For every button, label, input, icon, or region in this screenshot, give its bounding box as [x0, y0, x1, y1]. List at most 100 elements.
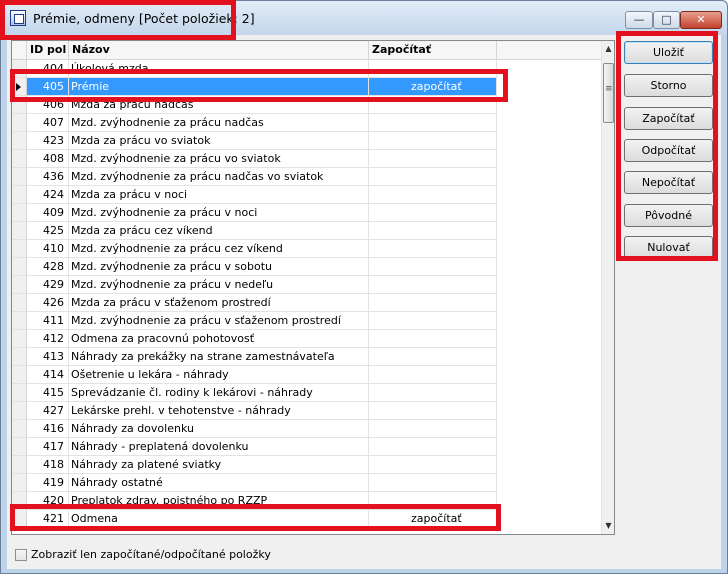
cell-include[interactable]	[369, 222, 497, 240]
filter-checkbox-label[interactable]: Zobraziť len započítané/odpočítané polož…	[31, 548, 271, 561]
cell-id[interactable]: 409	[27, 204, 69, 222]
row-selector[interactable]	[12, 96, 27, 114]
cell-include[interactable]	[369, 168, 497, 186]
table-row[interactable]: 429 Mzd. zvýhodnenie za prácu v nedeľu	[12, 276, 497, 294]
row-selector[interactable]	[12, 420, 27, 438]
cell-id[interactable]: 436	[27, 168, 69, 186]
table-row[interactable]: 413 Náhrady za prekážky na strane zamestn…	[12, 348, 497, 366]
row-selector[interactable]	[12, 222, 27, 240]
cell-include[interactable]	[369, 114, 497, 132]
scroll-up-icon[interactable]: ▲	[602, 41, 614, 57]
cell-name[interactable]: Preplatok zdrav. poistného po RZZP	[69, 492, 369, 510]
cell-id[interactable]: 417	[27, 438, 69, 456]
table-row[interactable]: 414 Ošetrenie u lekára - náhrady	[12, 366, 497, 384]
row-selector[interactable]	[12, 366, 27, 384]
cell-name[interactable]: Mzda za prácu nadčas	[69, 96, 369, 114]
table-row[interactable]: 428 Mzd. zvýhodnenie za prácu v sobotu	[12, 258, 497, 276]
cancel-button[interactable]: Storno	[624, 74, 713, 97]
cell-include[interactable]	[369, 294, 497, 312]
cell-include[interactable]	[369, 240, 497, 258]
cell-include[interactable]	[369, 186, 497, 204]
cell-name[interactable]: Úkolová mzda	[69, 60, 369, 78]
cell-id[interactable]: 420	[27, 492, 69, 510]
table-row[interactable]: 419 Náhrady ostatné	[12, 474, 497, 492]
row-selector[interactable]	[12, 294, 27, 312]
cell-include[interactable]	[369, 150, 497, 168]
table-row[interactable]: 436 Mzd. zvýhodnenie za prácu nadčas vo s…	[12, 168, 497, 186]
row-selector[interactable]	[12, 150, 27, 168]
table-row[interactable]: 418 Náhrady za platené sviatky	[12, 456, 497, 474]
cell-id[interactable]: 421	[27, 510, 69, 528]
table-row[interactable]: 404 Úkolová mzda	[12, 60, 497, 78]
exclude-button[interactable]: Odpočítať	[624, 139, 713, 162]
cell-include[interactable]	[369, 132, 497, 150]
cell-name[interactable]: Mzd. zvýhodnenie za prácu vo sviatok	[69, 150, 369, 168]
table-row[interactable]: 426 Mzda za prácu v sťaženom prostredí	[12, 294, 497, 312]
table-row[interactable]: 423 Mzda za prácu vo sviatok	[12, 132, 497, 150]
table-row[interactable]: 424 Mzda za prácu v noci	[12, 186, 497, 204]
cell-id[interactable]: 406	[27, 96, 69, 114]
column-header-include[interactable]: Započítať	[369, 41, 497, 60]
cell-id[interactable]: 408	[27, 150, 69, 168]
cell-include[interactable]	[369, 366, 497, 384]
cell-include[interactable]	[369, 474, 497, 492]
cell-name[interactable]: Náhrady za prekážky na strane zamestnáva…	[69, 348, 369, 366]
table-row[interactable]: 420 Preplatok zdrav. poistného po RZZP	[12, 492, 497, 510]
cell-name[interactable]: Mzda za prácu cez víkend	[69, 222, 369, 240]
table-row[interactable]: 406 Mzda za prácu nadčas	[12, 96, 497, 114]
cell-id[interactable]: 426	[27, 294, 69, 312]
cell-id[interactable]: 407	[27, 114, 69, 132]
cell-include[interactable]	[369, 402, 497, 420]
table-row[interactable]: 425 Mzda za prácu cez víkend	[12, 222, 497, 240]
row-selector[interactable]	[12, 456, 27, 474]
cell-name[interactable]: Náhrady ostatné	[69, 474, 369, 492]
row-selector[interactable]	[12, 474, 27, 492]
cell-include[interactable]	[369, 492, 497, 510]
table-row[interactable]: 421 Odmena započítať	[12, 510, 497, 528]
cell-include[interactable]	[369, 384, 497, 402]
row-selector[interactable]	[12, 348, 27, 366]
cell-include[interactable]	[369, 438, 497, 456]
minimize-button[interactable]: —	[625, 11, 653, 29]
cell-include[interactable]	[369, 204, 497, 222]
cell-include[interactable]	[369, 312, 497, 330]
row-selector[interactable]	[12, 492, 27, 510]
cell-id[interactable]: 418	[27, 456, 69, 474]
cell-include[interactable]: započítať	[369, 78, 497, 96]
cell-name[interactable]: Náhrady - preplatená dovolenku	[69, 438, 369, 456]
cell-include[interactable]	[369, 258, 497, 276]
cell-name[interactable]: Lekárske prehl. v tehotenstve - náhrady	[69, 402, 369, 420]
cell-name[interactable]: Prémie	[69, 78, 369, 96]
cell-name[interactable]: Mzda za prácu vo sviatok	[69, 132, 369, 150]
close-button[interactable]: ✕	[680, 11, 722, 29]
row-selector[interactable]	[12, 258, 27, 276]
table-row[interactable]: 408 Mzd. zvýhodnenie za prácu vo sviatok	[12, 150, 497, 168]
row-selector[interactable]	[12, 204, 27, 222]
cell-include[interactable]	[369, 60, 497, 78]
cell-id[interactable]: 410	[27, 240, 69, 258]
cell-name[interactable]: Mzd. zvýhodnenie za prácu v sťaženom pro…	[69, 312, 369, 330]
row-selector[interactable]	[12, 168, 27, 186]
cell-include[interactable]	[369, 96, 497, 114]
cell-id[interactable]: 428	[27, 258, 69, 276]
row-selector[interactable]	[12, 276, 27, 294]
column-header-name[interactable]: Názov	[69, 41, 369, 60]
dont-include-button[interactable]: Nepočítať	[624, 171, 713, 194]
cell-name[interactable]: Mzd. zvýhodnenie za prácu nadčas	[69, 114, 369, 132]
cell-name[interactable]: Mzd. zvýhodnenie za prácu v sobotu	[69, 258, 369, 276]
filter-checkbox[interactable]	[15, 549, 27, 561]
table-row[interactable]: 407 Mzd. zvýhodnenie za prácu nadčas	[12, 114, 497, 132]
cell-include[interactable]	[369, 276, 497, 294]
scroll-down-icon[interactable]: ▼	[602, 518, 614, 534]
cell-id[interactable]: 425	[27, 222, 69, 240]
row-selector[interactable]	[12, 384, 27, 402]
cell-name[interactable]: Odmena za pracovnú pohotovosť	[69, 330, 369, 348]
maximize-button[interactable]: □	[653, 11, 680, 29]
row-selector[interactable]	[12, 186, 27, 204]
cell-include[interactable]	[369, 348, 497, 366]
cell-id[interactable]: 413	[27, 348, 69, 366]
cell-name[interactable]: Odmena	[69, 510, 369, 528]
table-row[interactable]: 417 Náhrady - preplatená dovolenku	[12, 438, 497, 456]
cell-id[interactable]: 415	[27, 384, 69, 402]
column-header-id[interactable]: ID pol	[27, 41, 69, 60]
